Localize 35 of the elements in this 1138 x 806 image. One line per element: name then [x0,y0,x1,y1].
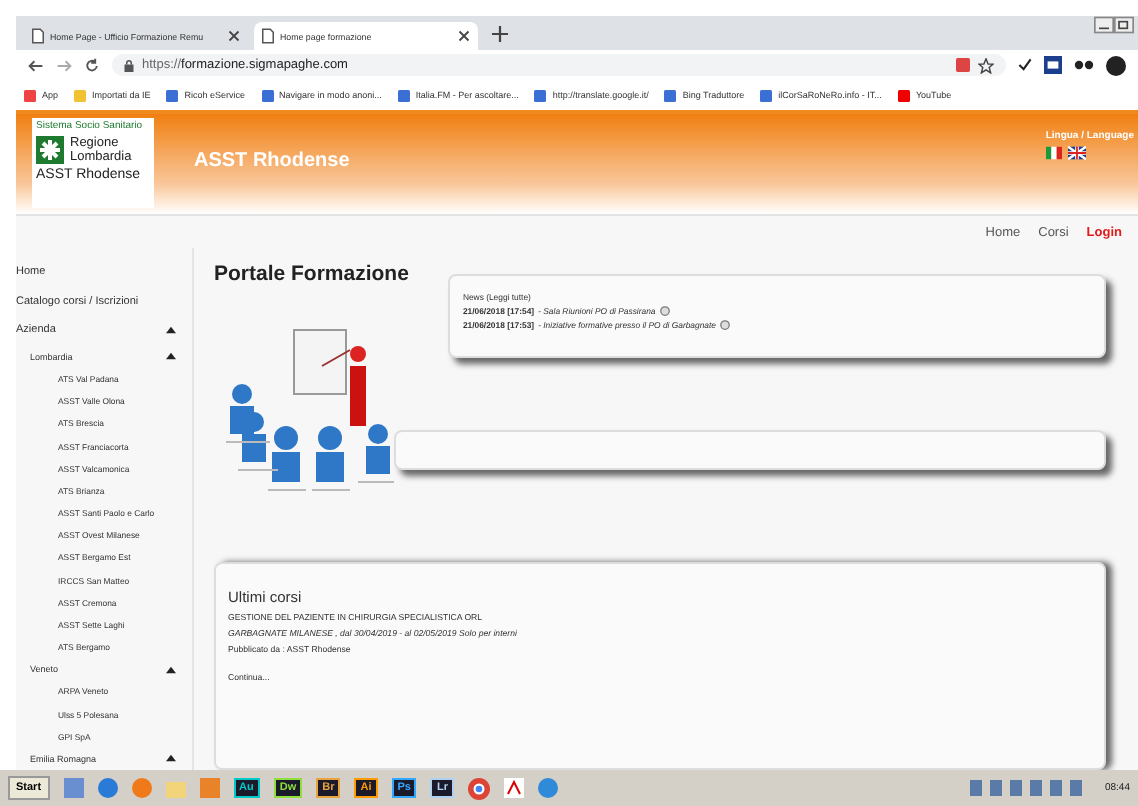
flag-icon[interactable] [1045,146,1062,160]
collapse-arrow-icon[interactable] [166,352,176,361]
close-icon[interactable] [228,30,240,42]
close-icon[interactable] [458,30,470,42]
page-title: Portale Formazione [214,262,409,286]
reload-icon[interactable] [84,57,100,73]
bookmark-icon [166,89,179,101]
bookmark-icon [261,89,274,101]
extension-icon[interactable] [1044,56,1062,74]
lock-icon [124,59,134,71]
check-icon[interactable] [1018,58,1032,72]
bookmark-icon [664,89,677,101]
back-icon[interactable] [28,57,44,73]
bookmark-icon [760,89,773,101]
collapse-arrow-icon[interactable] [166,754,176,763]
pdf-app-icon[interactable] [503,778,524,798]
star-icon[interactable] [978,57,994,73]
window-controls-icon[interactable] [1094,16,1134,34]
profile-avatar-icon[interactable] [1106,55,1126,75]
chrome-app-icon[interactable] [467,777,490,799]
flag-icon[interactable] [1067,146,1086,160]
page-icon [32,28,44,44]
site-title: ASST Rhodense [194,150,350,172]
browser-app-icon[interactable] [97,778,118,798]
page-icon [262,28,274,44]
bookmark-icon [897,89,910,101]
collapse-arrow-icon[interactable] [166,665,176,674]
bookmark-icon [534,89,547,101]
bookmark-icon [397,89,410,101]
bookmark-icon [74,89,87,101]
collapse-arrow-icon[interactable] [166,326,176,335]
info-icon[interactable] [720,320,730,330]
new-tab-icon[interactable] [492,25,508,41]
info-icon[interactable] [659,306,670,316]
bookmark-icon [24,89,36,101]
